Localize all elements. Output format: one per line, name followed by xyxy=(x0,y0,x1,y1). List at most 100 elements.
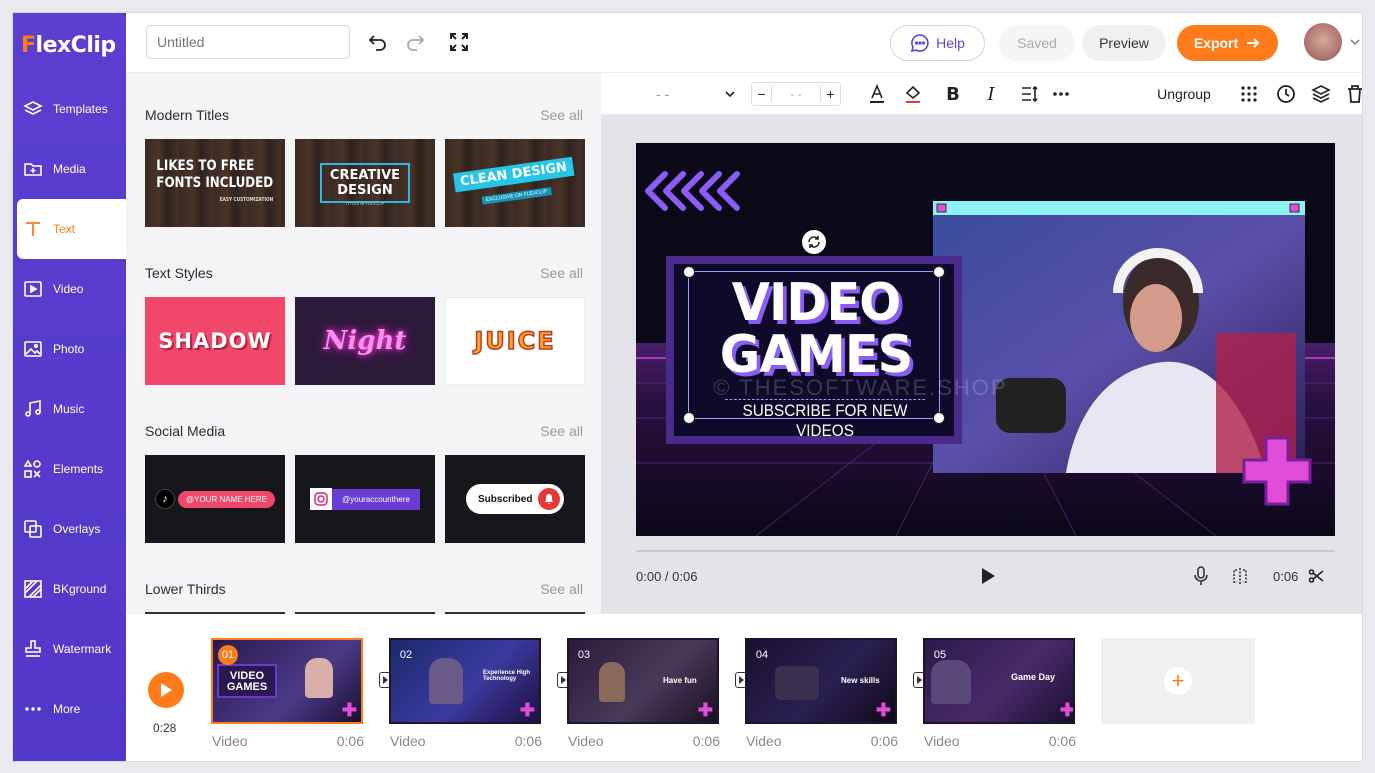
clip-caption: VIDEO GAMES xyxy=(217,664,277,698)
timeline-play-button[interactable] xyxy=(148,672,184,708)
sidebar-item-text[interactable]: Text xyxy=(17,199,126,259)
section-social-media: Social Media See all xyxy=(145,423,583,439)
plus-badge-icon: ✚ xyxy=(341,700,357,720)
video-icon xyxy=(23,279,43,299)
clip-info-1: Video 0:06 xyxy=(212,733,364,749)
split-icon[interactable] xyxy=(1230,565,1250,587)
canvas-subtitle: SUBSCRIBE FOR NEW VIDEOS xyxy=(725,399,925,441)
export-button[interactable]: Export xyxy=(1177,25,1278,61)
text-style-night[interactable]: Night xyxy=(295,297,435,385)
timeline-clip-4[interactable]: New skills ✚ 04 xyxy=(745,638,897,724)
play-icon[interactable] xyxy=(978,565,998,587)
text-color-icon[interactable] xyxy=(865,82,889,106)
chevron-down-icon[interactable] xyxy=(1348,35,1362,49)
ungroup-button[interactable]: Ungroup xyxy=(1154,82,1214,106)
clip-duration: 0:06 xyxy=(514,733,542,749)
preview-label: Preview xyxy=(1099,35,1149,51)
logo-letter: F xyxy=(21,32,36,58)
help-button[interactable]: Help xyxy=(890,25,985,61)
sidebar-item-music[interactable]: Music xyxy=(13,379,126,439)
playback-time: 0:00 / 0:06 xyxy=(636,568,698,584)
tiktok-icon: ♪ xyxy=(154,489,175,509)
see-all-link[interactable]: See all xyxy=(540,107,583,123)
social-subscribed[interactable]: Subscribed xyxy=(445,455,585,543)
add-clip-button[interactable]: + xyxy=(1101,638,1255,724)
sidebar-nav: Templates Media Text Video Photo Music E… xyxy=(13,79,126,739)
see-all-link[interactable]: See all xyxy=(540,423,583,439)
timeline-clip-1[interactable]: VIDEO GAMES ✚ 01 xyxy=(211,638,363,724)
sidebar-item-photo[interactable]: Photo xyxy=(13,319,126,379)
see-all-link[interactable]: See all xyxy=(540,581,583,597)
see-all-link[interactable]: See all xyxy=(540,265,583,281)
resize-handle[interactable] xyxy=(683,412,695,424)
clip-type: Video xyxy=(924,733,960,749)
play-icon xyxy=(161,683,172,697)
title-template-3[interactable]: CLEAN DESIGN EXCLUSIVE ON FLEXCLIP xyxy=(445,139,585,227)
avatar[interactable] xyxy=(1304,23,1342,61)
italic-icon[interactable]: I xyxy=(979,82,1003,106)
sidebar-item-label: Watermark xyxy=(53,642,112,656)
fullscreen-icon[interactable] xyxy=(447,30,471,54)
text-style-shadow[interactable]: SHADOW xyxy=(145,297,285,385)
layers-icon[interactable] xyxy=(1309,82,1333,106)
social-text: @YOUR NAME HERE xyxy=(177,490,276,508)
grid-icon[interactable] xyxy=(1237,82,1261,106)
title-template-2[interactable]: CREATIVE DESIGN TITLES IN FLEXCLIP xyxy=(295,139,435,227)
resize-handle[interactable] xyxy=(683,266,695,278)
sidebar-item-bkground[interactable]: BKground xyxy=(13,559,126,619)
social-tiktok[interactable]: ♪ @YOUR NAME HERE xyxy=(145,455,285,543)
sidebar-item-overlays[interactable]: Overlays xyxy=(13,499,126,559)
sidebar-item-templates[interactable]: Templates xyxy=(13,79,126,139)
sidebar-item-more[interactable]: More xyxy=(13,679,126,739)
overlay-icon xyxy=(23,519,43,539)
preview-button[interactable]: Preview xyxy=(1082,25,1166,61)
bold-icon[interactable]: B xyxy=(941,82,965,106)
social-instagram[interactable]: @youraccounthere xyxy=(295,455,435,543)
undo-icon[interactable] xyxy=(366,30,390,54)
spacing-icon[interactable] xyxy=(1017,82,1041,106)
resize-handle[interactable] xyxy=(933,266,945,278)
timeline-total-time: 0:28 xyxy=(153,721,177,735)
arrow-right-icon xyxy=(1247,38,1260,48)
minus-icon[interactable]: − xyxy=(752,86,772,102)
text-style-juice[interactable]: JUICE xyxy=(445,297,585,385)
flexclip-logo[interactable]: FlexClip xyxy=(21,29,116,61)
sidebar-item-elements[interactable]: Elements xyxy=(13,439,126,499)
timeline-clip-2[interactable]: Experience High Technology ✚ 02 xyxy=(389,638,541,724)
trash-icon[interactable] xyxy=(1343,82,1362,106)
scissors-icon[interactable] xyxy=(1308,565,1324,587)
title-template-1[interactable]: LIKES TO FREE FONTS INCLUDED EASY CUSTOM… xyxy=(145,139,285,227)
saved-status: Saved xyxy=(999,25,1075,61)
resize-handle[interactable] xyxy=(933,412,945,424)
sidebar: FlexClip Templates Media Text Video Phot… xyxy=(13,13,126,761)
playback-scrubber[interactable] xyxy=(636,550,1335,552)
redo-icon[interactable] xyxy=(403,30,427,54)
project-title-input[interactable] xyxy=(146,25,350,59)
clip-duration: 0:06 xyxy=(1048,733,1076,749)
clip-info-2: Video 0:06 xyxy=(390,733,542,749)
clip-info-5: Video 0:06 xyxy=(924,733,1076,749)
timeline-clip-3[interactable]: Have fun ✚ 03 xyxy=(567,638,719,724)
style-text: JUICE xyxy=(474,326,556,356)
font-size-stepper[interactable]: − - - + xyxy=(751,82,841,106)
more-dots-icon xyxy=(23,699,43,719)
timeline-clip-5[interactable]: Game Day ✚ 05 xyxy=(923,638,1075,724)
video-canvas[interactable]: VIDEO GAMES SUBSCRIBE FOR NEW VIDEOS © T… xyxy=(636,143,1335,536)
microphone-icon[interactable] xyxy=(1191,565,1211,587)
sidebar-item-video[interactable]: Video xyxy=(13,259,126,319)
clock-icon[interactable] xyxy=(1274,82,1298,106)
instagram-icon xyxy=(310,488,333,510)
sidebar-item-label: Text xyxy=(53,222,76,236)
sidebar-item-media[interactable]: Media xyxy=(13,139,126,199)
plus-badge-icon: ✚ xyxy=(519,700,535,720)
clip-number: 04 xyxy=(755,649,769,661)
sidebar-item-watermark[interactable]: Watermark xyxy=(13,619,126,679)
more-options-icon[interactable] xyxy=(1049,82,1073,106)
clip-caption: Game Day xyxy=(1011,672,1056,682)
image-icon xyxy=(23,339,43,359)
font-family-select[interactable]: - - xyxy=(656,82,736,106)
rotate-icon[interactable] xyxy=(802,230,826,254)
highlight-color-icon[interactable] xyxy=(901,82,925,106)
plus-icon[interactable]: + xyxy=(819,86,840,102)
template-text: DESIGN xyxy=(337,183,393,198)
